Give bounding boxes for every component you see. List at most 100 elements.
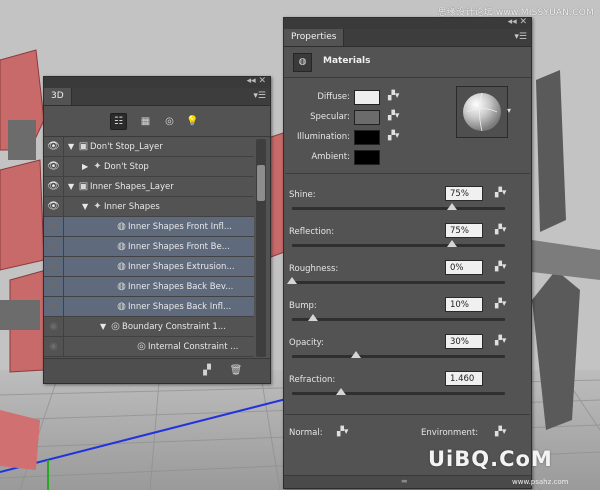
- layer-row[interactable]: 👁 ▼ ▣ Inner Shapes_Layer: [44, 177, 254, 197]
- layer-row-body: ◍ Inner Shapes Back Infl...: [64, 297, 254, 316]
- collapse-triangle-icon[interactable]: ▶: [82, 157, 91, 176]
- swatch-row: Specular: ▞▾: [284, 110, 434, 126]
- visibility-eye-icon[interactable]: 👁: [44, 177, 64, 196]
- layer-row[interactable]: ◉ ◍ Inner Shapes Extrusion...: [44, 257, 254, 277]
- color-swatch[interactable]: [354, 110, 380, 125]
- lights-filter-icon[interactable]: 💡: [184, 113, 201, 130]
- expand-triangle-icon[interactable]: ▼: [68, 177, 77, 196]
- layer-row[interactable]: ◉ ◍ Inner Shapes Back Infl...: [44, 297, 254, 317]
- texture-folder-icon[interactable]: ▞▾: [495, 225, 506, 235]
- materials-filter-icon[interactable]: ◎: [161, 113, 178, 130]
- visibility-eye-icon[interactable]: 👁: [44, 137, 64, 156]
- scrollbar-thumb[interactable]: [257, 165, 265, 201]
- layer-label: Inner Shapes Front Be...: [128, 242, 230, 252]
- expand-triangle-icon[interactable]: ▼: [100, 317, 109, 336]
- property-slider-track[interactable]: [292, 318, 505, 321]
- property-row: Refraction: 1.460: [284, 371, 531, 409]
- property-value-field[interactable]: 75%: [445, 223, 483, 238]
- property-slider-thumb[interactable]: [446, 240, 457, 247]
- layer-row[interactable]: 👁 ▼ ✦ Inner Shapes: [44, 197, 254, 217]
- whole-scene-filter-icon[interactable]: ☷: [110, 113, 127, 130]
- property-slider-thumb[interactable]: [350, 351, 361, 358]
- swatch-label: Illumination:: [296, 132, 350, 142]
- normal-label: Normal:: [289, 428, 323, 438]
- texture-folder-icon[interactable]: ▞▾: [388, 131, 399, 141]
- layer-row[interactable]: ◉ ◍ Inner Shapes Front Be...: [44, 237, 254, 257]
- texture-folder-icon[interactable]: ▞▾: [388, 111, 399, 121]
- property-value-field[interactable]: 30%: [445, 334, 483, 349]
- property-slider-thumb[interactable]: [308, 314, 319, 321]
- panel-3d-footer: ▞ 🗑: [44, 358, 270, 383]
- texture-folder-icon[interactable]: ▞▾: [495, 188, 506, 198]
- expand-triangle-icon[interactable]: ▼: [82, 197, 91, 216]
- materials-header: ◍ Materials: [284, 47, 531, 78]
- visibility-eye-icon[interactable]: ◉: [44, 237, 64, 256]
- visibility-eye-icon[interactable]: 👁: [44, 197, 64, 216]
- property-slider-thumb[interactable]: [335, 388, 346, 395]
- layer-row[interactable]: ◉ ◎ Internal Constraint ...: [44, 337, 254, 357]
- property-slider-track[interactable]: [292, 244, 505, 247]
- swatch-row: Illumination: ▞▾: [284, 130, 434, 146]
- tab-3d[interactable]: 3D: [44, 88, 72, 105]
- property-value-field[interactable]: 75%: [445, 186, 483, 201]
- property-slider-thumb[interactable]: [287, 277, 297, 284]
- preview-dropdown-icon[interactable]: ▾: [507, 106, 511, 115]
- layer-row[interactable]: ◉ ◍ Inner Shapes Back Bev...: [44, 277, 254, 297]
- panel-props-footer: ▬: [284, 475, 531, 488]
- layer-label: Inner Shapes_Layer: [90, 182, 174, 192]
- visibility-eye-icon[interactable]: ◉: [44, 317, 64, 336]
- texture-folder-icon[interactable]: ▞▾: [495, 336, 506, 346]
- layer-row-body: ◍ Inner Shapes Front Infl...: [64, 217, 254, 236]
- visibility-eye-icon[interactable]: ◉: [44, 217, 64, 236]
- constraint-icon: ◎: [137, 341, 146, 352]
- property-value-field[interactable]: 10%: [445, 297, 483, 312]
- property-slider-track[interactable]: [292, 281, 505, 284]
- layer-row[interactable]: ◉ ◍ Inner Shapes Front Infl...: [44, 217, 254, 237]
- texture-folder-icon[interactable]: ▞▾: [495, 299, 506, 309]
- property-slider-thumb[interactable]: [446, 203, 457, 210]
- visibility-eye-icon[interactable]: ◉: [44, 277, 64, 296]
- visibility-eye-icon[interactable]: ◉: [44, 297, 64, 316]
- materials-title: Materials: [323, 56, 371, 66]
- texture-folder-icon[interactable]: ▞▾: [388, 91, 399, 101]
- delete-trash-icon[interactable]: 🗑: [229, 364, 243, 378]
- panel-menu-icon[interactable]: ▾☰: [253, 88, 266, 104]
- tab-properties[interactable]: Properties: [284, 29, 345, 46]
- 3d-panel: ◂◂ ✕ 3D ▾☰ ☷ ▦ ◎ 💡 👁 ▼ ▣ Don't Stop_Layer 👁 ▶…: [43, 76, 271, 384]
- property-label: Shine:: [289, 190, 316, 200]
- texture-folder-icon[interactable]: ▞▾: [495, 262, 506, 272]
- layer-label: Inner Shapes: [104, 202, 160, 212]
- 3d-layer-list: 👁 ▼ ▣ Don't Stop_Layer 👁 ▶ ✦ Don't Stop 👁 ▼ ▣ Inner…: [44, 137, 254, 359]
- property-slider-track[interactable]: [292, 207, 505, 210]
- property-value-field[interactable]: 1.460: [445, 371, 483, 386]
- color-swatch[interactable]: [354, 150, 380, 165]
- resize-grip-icon[interactable]: ▬: [401, 477, 408, 485]
- layer-row[interactable]: ◉ ▼ ◎ Boundary Constraint 1...: [44, 317, 254, 337]
- scrollbar-3d[interactable]: [256, 139, 266, 357]
- layer-row[interactable]: 👁 ▶ ✦ Don't Stop: [44, 157, 254, 177]
- visibility-eye-icon[interactable]: 👁: [44, 157, 64, 176]
- layer-label: Boundary Constraint 1...: [122, 322, 226, 332]
- environment-folder-icon[interactable]: ▞▾: [495, 427, 506, 437]
- collapse-close-icons[interactable]: ◂◂ ✕: [247, 76, 266, 86]
- swatch-row: Diffuse: ▞▾: [284, 90, 434, 106]
- visibility-eye-icon[interactable]: ◉: [44, 257, 64, 276]
- layer-row-body: ▼ ✦ Inner Shapes: [64, 197, 254, 216]
- expand-triangle-icon[interactable]: ▼: [68, 137, 77, 156]
- meshes-filter-icon[interactable]: ▦: [137, 113, 154, 130]
- normal-folder-icon[interactable]: ▞▾: [337, 427, 348, 437]
- layer-label: Don't Stop_Layer: [90, 142, 163, 152]
- panel-menu-icon[interactable]: ▾☰: [514, 29, 527, 45]
- property-value-field[interactable]: 0%: [445, 260, 483, 275]
- add-object-icon[interactable]: ▞: [200, 364, 214, 378]
- color-swatch[interactable]: [354, 130, 380, 145]
- color-swatch[interactable]: [354, 90, 380, 105]
- visibility-eye-icon[interactable]: ◉: [44, 337, 64, 356]
- material-icon: ◍: [117, 301, 126, 312]
- material-preview-sphere[interactable]: [456, 86, 508, 138]
- layer-row[interactable]: 👁 ▼ ▣ Don't Stop_Layer: [44, 137, 254, 157]
- texture-map-row: Normal: ▞▾ Environment: ▞▾: [284, 425, 531, 445]
- property-slider-track[interactable]: [292, 392, 505, 395]
- property-slider-track[interactable]: [292, 355, 505, 358]
- collapse-close-icons[interactable]: ◂◂ ✕: [508, 17, 527, 27]
